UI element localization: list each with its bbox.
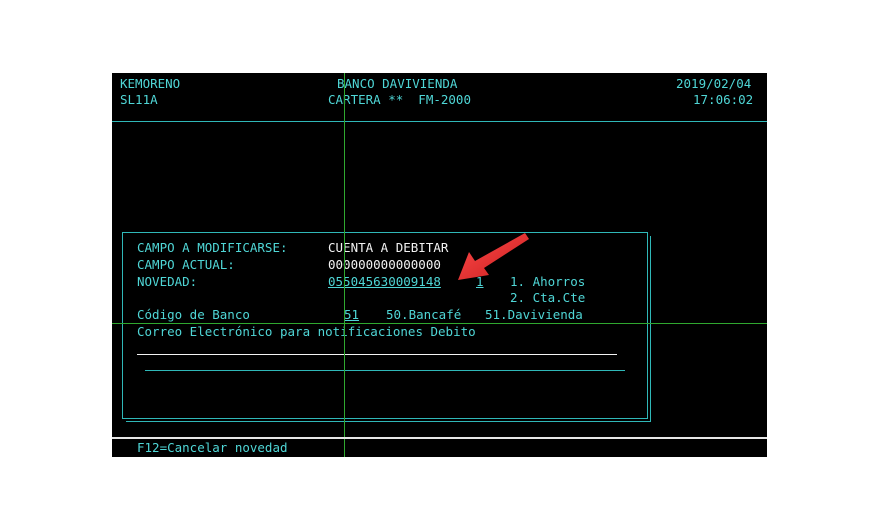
novedad-label: NOVEDAD: bbox=[137, 274, 198, 289]
date: 2019/02/04 bbox=[676, 76, 752, 91]
correo-input-line-2[interactable] bbox=[145, 370, 625, 371]
terminal-screen: KEMORENO BANCO DAVIVIENDA 2019/02/04 SL1… bbox=[112, 73, 767, 457]
codigo-banco-label: Código de Banco bbox=[137, 307, 250, 322]
time: 17:06:02 bbox=[693, 92, 754, 107]
program-id: SL11A bbox=[120, 92, 158, 107]
footer-divider bbox=[112, 437, 767, 439]
module-title: CARTERA ** FM-2000 bbox=[328, 92, 471, 107]
bank-option-bancafe: 50.Bancafé bbox=[386, 307, 462, 322]
campo-modificarse-label: CAMPO A MODIFICARSE: bbox=[137, 240, 288, 255]
correo-label: Correo Electrónico para notificaciones D… bbox=[137, 324, 476, 339]
campo-modificarse-value: CUENTA A DEBITAR bbox=[328, 240, 449, 255]
campo-actual-label: CAMPO ACTUAL: bbox=[137, 257, 235, 272]
user-id: KEMORENO bbox=[120, 76, 181, 91]
header-divider bbox=[112, 121, 767, 122]
f12-cancel-hint[interactable]: F12=Cancelar novedad bbox=[137, 440, 288, 456]
red-arrow-icon bbox=[458, 233, 529, 280]
codigo-banco-input[interactable]: 51 bbox=[344, 307, 359, 323]
cursor-crosshair-horizontal bbox=[112, 323, 767, 324]
bank-option-davivienda: 51.Davivienda bbox=[485, 307, 583, 322]
correo-input-line-1[interactable] bbox=[137, 354, 617, 355]
cursor-crosshair-vertical bbox=[344, 73, 345, 457]
bank-title: BANCO DAVIVIENDA bbox=[337, 76, 458, 91]
option-cta-cte: 2. Cta.Cte bbox=[510, 290, 586, 305]
